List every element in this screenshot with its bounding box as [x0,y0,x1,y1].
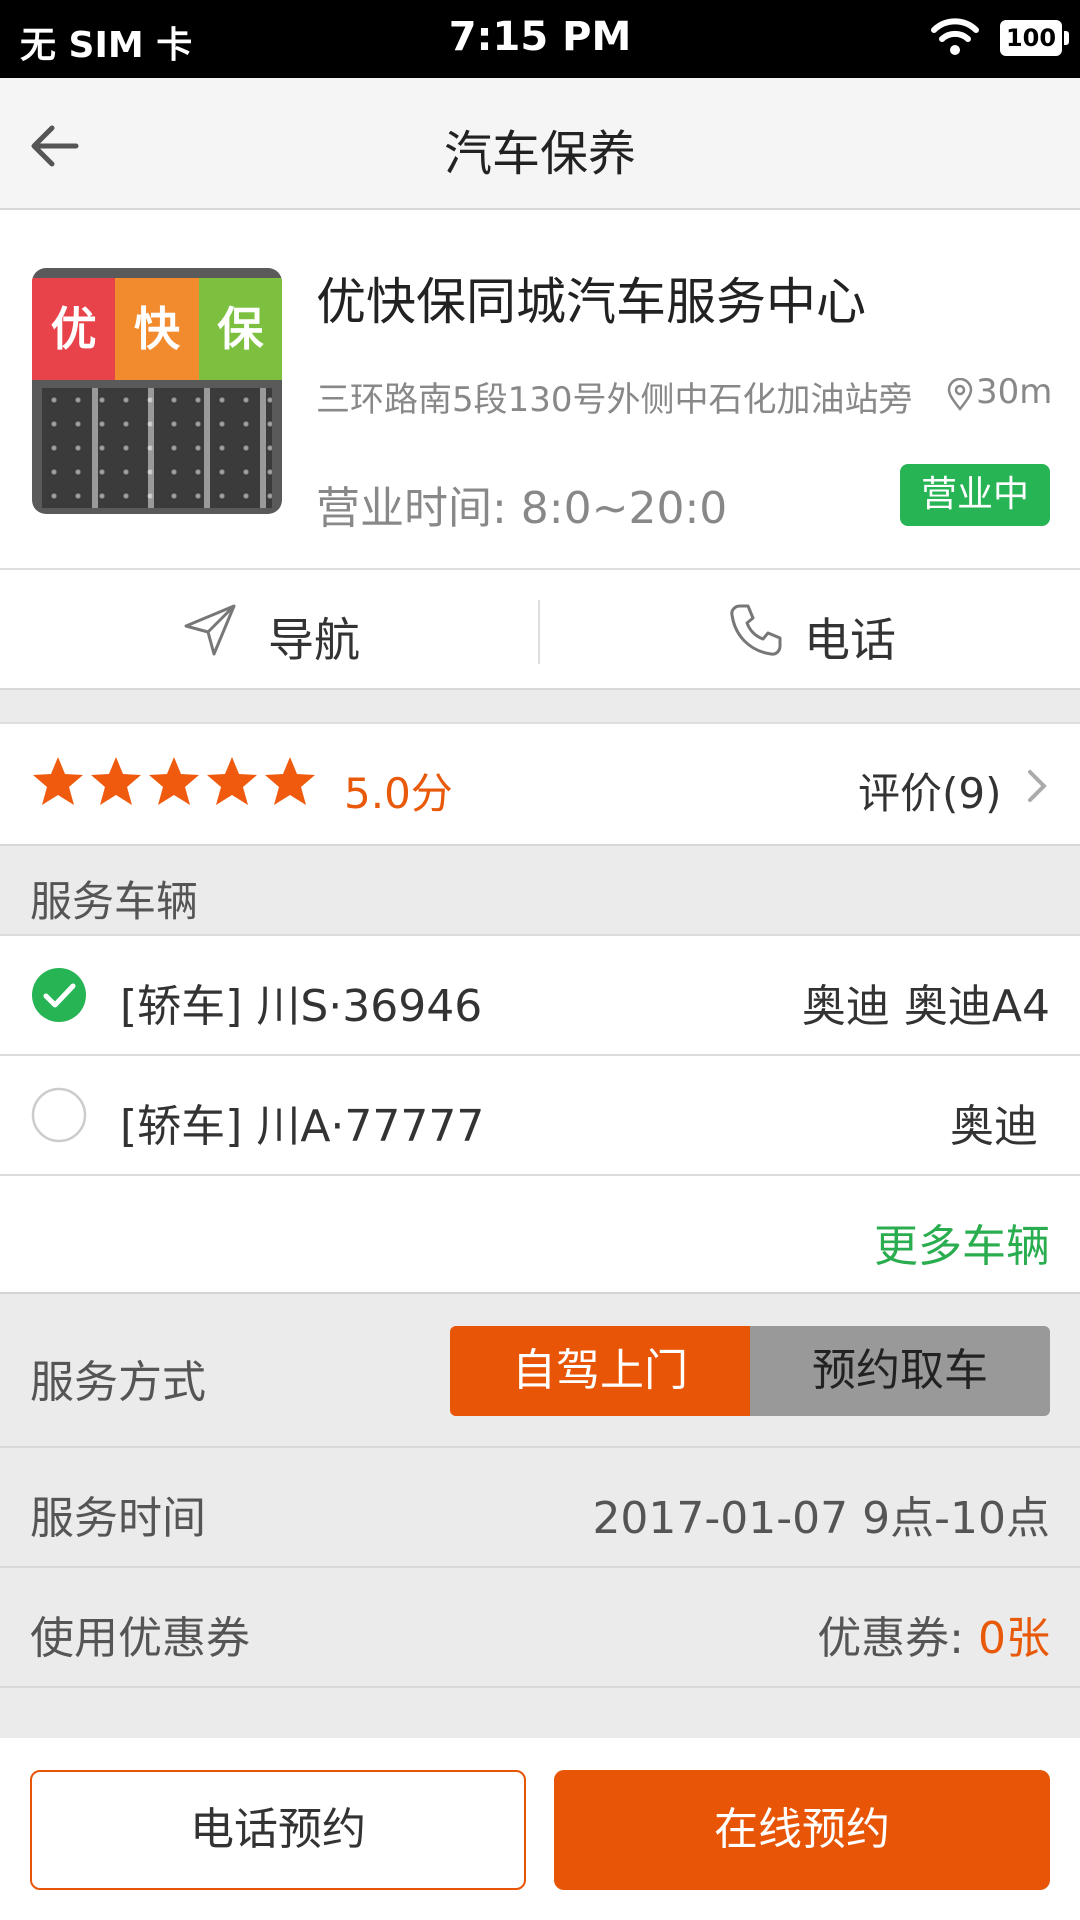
coupon-row[interactable]: 使用优惠券 优惠券: 0张 [0,1568,1080,1688]
open-status-badge: 营业中 [900,464,1050,526]
chevron-right-icon [1028,770,1047,802]
reviews-link[interactable]: 评价(9) [858,760,1002,821]
phone-icon [730,604,782,656]
coupon-prefix: 优惠券: [817,1613,978,1664]
section-title: 服务车辆 [30,877,199,926]
battery-icon: 100 [1000,20,1069,56]
rating-row[interactable]: 5.0分 评价(9) [0,722,1080,844]
shop-actions: 导航 电话 [0,570,1080,690]
coupon-value: 优惠券: 0张 [817,1602,1050,1666]
service-method-row: 服务方式 自驾上门 预约取车 [0,1294,1080,1448]
vehicle-plate: [轿车] 川A·77777 [120,1101,485,1152]
service-time-label: 服务时间 [30,1493,206,1544]
coupon-label: 使用优惠券 [30,1613,250,1664]
star-rating [30,754,318,814]
unchecked-circle-icon[interactable] [30,1086,88,1144]
status-time: 7:15 PM [448,14,632,60]
more-vehicles-row: 更多车辆 [0,1174,1080,1294]
service-time-row[interactable]: 服务时间 2017-01-07 9点-10点 [0,1448,1080,1568]
shop-photo: 优 快 保 [32,268,282,514]
star-icon [33,757,83,805]
star-icon [91,757,141,805]
location-pin-icon [947,378,973,412]
rating-score: 5.0分 [344,769,453,818]
service-time-value: 2017-01-07 9点-10点 [592,1493,1050,1544]
online-booking-button[interactable]: 在线预约 [554,1770,1050,1890]
navigate-label: 导航 [268,613,360,667]
vehicle-item[interactable]: [轿车] 川S·36946 奥迪 奥迪A4 [0,934,1080,1054]
service-method-toggle: 自驾上门 预约取车 [450,1326,1050,1416]
phone-label: 电话 [804,613,896,667]
shop-address: 三环路南5段130号外侧中石化加油站旁 [316,380,913,420]
coupon-count: 0张 [978,1613,1050,1664]
wifi-icon [931,18,979,55]
bottom-action-bar: 电话预约 在线预约 [0,1738,1080,1920]
vehicle-model: 奥迪 奥迪A4 [801,981,1050,1032]
phone-booking-button[interactable]: 电话预约 [30,1770,526,1890]
vehicle-item[interactable]: [轿车] 川A·77777 奥迪 [0,1054,1080,1174]
star-icon [207,757,257,805]
vehicles-section-header: 服务车辆 [0,844,1080,936]
star-icon [149,757,199,805]
star-icon [265,757,315,805]
more-vehicles-link[interactable]: 更多车辆 [874,1210,1050,1274]
vehicle-plate: [轿车] 川S·36946 [120,981,483,1032]
business-hours: 营业时间: 8:0~20:0 [316,483,728,534]
phone-button[interactable]: 电话 [540,570,1080,690]
vehicle-model: 奥迪 [950,1101,1038,1152]
self-drive-option[interactable]: 自驾上门 [450,1326,750,1416]
status-bar: 无 SIM 卡 7:15 PM 100 [0,0,1080,78]
page-title: 汽车保养 [443,126,636,182]
pickup-option[interactable]: 预约取车 [750,1326,1050,1416]
navigate-button[interactable]: 导航 [0,570,538,690]
shop-distance: 30m [976,372,1053,412]
nav-bar: 汽车保养 [0,78,1080,210]
service-method-label: 服务方式 [30,1357,206,1408]
navigation-arrow-icon [184,604,236,656]
shop-name: 优快保同城汽车服务中心 [316,273,866,331]
shop-card: 优 快 保 优快保同城汽车服务中心 三环路南5段130号外侧中石化加油站旁 30… [0,210,1080,570]
checked-circle-icon[interactable] [30,966,88,1024]
